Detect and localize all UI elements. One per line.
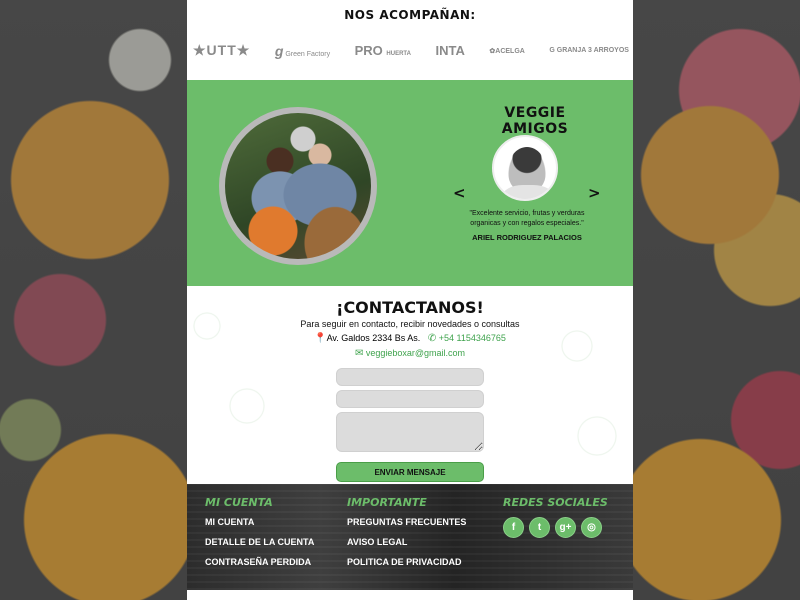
- footer-account-column: MI CUENTA MI CUENTA DETALLE DE LA CUENTA…: [205, 496, 314, 577]
- footer: MI CUENTA MI CUENTA DETALLE DE LA CUENTA…: [187, 484, 633, 590]
- google-plus-icon[interactable]: g+: [555, 517, 576, 538]
- phone-icon: ✆: [427, 333, 437, 344]
- contact-form: ENVIAR MENSAJE: [336, 368, 484, 482]
- logo-green-factory: g Green Factory: [274, 42, 331, 59]
- sponsors-section: NOS ACOMPAÑAN: ★UTT★ g Green Factory PRO…: [187, 0, 633, 80]
- contact-email-line: ✉ veggieboxar@gmail.com: [187, 348, 633, 359]
- contact-address-phone: 📍Av. Galdos 2334 Bs As. ✆ +54 1154346765: [187, 333, 633, 344]
- page-content: NOS ACOMPAÑAN: ★UTT★ g Green Factory PRO…: [187, 0, 633, 600]
- social-icons: f t g+ ◎: [503, 517, 608, 538]
- footer-social-title: REDES SOCIALES: [503, 496, 608, 509]
- logo-utt: ★UTT★: [193, 42, 251, 58]
- contact-phone[interactable]: +54 1154346765: [439, 333, 506, 343]
- avatar-body: [502, 185, 554, 199]
- logo-acelga: ✿ACELGA: [489, 47, 525, 55]
- footer-link-my-account[interactable]: MI CUENTA: [205, 517, 314, 527]
- logo-pro-huerta: PRO HUERTA: [354, 43, 411, 58]
- testimonials-section: VEGGIE AMIGOS < > "Excelente servicio, f…: [187, 80, 633, 286]
- send-message-button[interactable]: ENVIAR MENSAJE: [336, 462, 484, 482]
- instagram-icon[interactable]: ◎: [581, 517, 602, 538]
- contact-address: Av. Galdos 2334 Bs As.: [326, 333, 421, 343]
- contact-email[interactable]: veggieboxar@gmail.com: [366, 348, 465, 358]
- footer-account-title: MI CUENTA: [205, 496, 273, 509]
- footer-important-column: IMPORTANTE PREGUNTAS FRECUENTES AVISO LE…: [347, 496, 466, 577]
- prev-testimonial-arrow[interactable]: <: [453, 184, 466, 202]
- testimonial-avatar: [492, 135, 558, 201]
- footer-social-column: REDES SOCIALES f t g+ ◎: [503, 496, 608, 538]
- footer-link-privacy[interactable]: POLITICA DE PRIVACIDAD: [347, 557, 466, 567]
- twitter-icon[interactable]: t: [529, 517, 550, 538]
- next-testimonial-arrow[interactable]: >: [588, 184, 601, 202]
- logo-inta: INTA: [435, 43, 465, 58]
- testimonial-author: ARIEL RODRIGUEZ PALACIOS: [472, 233, 582, 242]
- email-field[interactable]: [336, 390, 484, 408]
- name-field[interactable]: [336, 368, 484, 386]
- footer-link-legal[interactable]: AVISO LEGAL: [347, 537, 466, 547]
- location-pin-icon: 📍: [314, 333, 327, 344]
- footer-link-lost-password[interactable]: CONTRASEÑA PERDIDA: [205, 557, 314, 567]
- mail-icon: ✉: [354, 348, 364, 359]
- testimonials-title: VEGGIE AMIGOS: [501, 105, 569, 137]
- family-photo: [225, 113, 371, 259]
- footer-important-title: IMPORTANTE: [347, 496, 427, 509]
- testimonial-quote: "Excelente servicio, frutas y verduras o…: [469, 210, 585, 227]
- footer-link-account-details[interactable]: DETALLE DE LA CUENTA: [205, 537, 314, 547]
- family-photo-frame: [219, 107, 377, 265]
- logo-granja-3-arroyos: G GRANJA 3 ARROYOS: [549, 47, 629, 54]
- sponsors-title: NOS ACOMPAÑAN:: [344, 8, 476, 22]
- contact-section: ¡CONTACTANOS! Para seguir en contacto, r…: [187, 286, 633, 484]
- contact-subtitle: Para seguir en contacto, recibir novedad…: [300, 319, 520, 329]
- message-field[interactable]: [336, 412, 484, 452]
- facebook-icon[interactable]: f: [503, 517, 524, 538]
- footer-link-faq[interactable]: PREGUNTAS FRECUENTES: [347, 517, 466, 527]
- sponsor-logos: ★UTT★ g Green Factory PRO HUERTA INTA ✿A…: [187, 22, 633, 59]
- contact-title: ¡CONTACTANOS!: [336, 298, 484, 317]
